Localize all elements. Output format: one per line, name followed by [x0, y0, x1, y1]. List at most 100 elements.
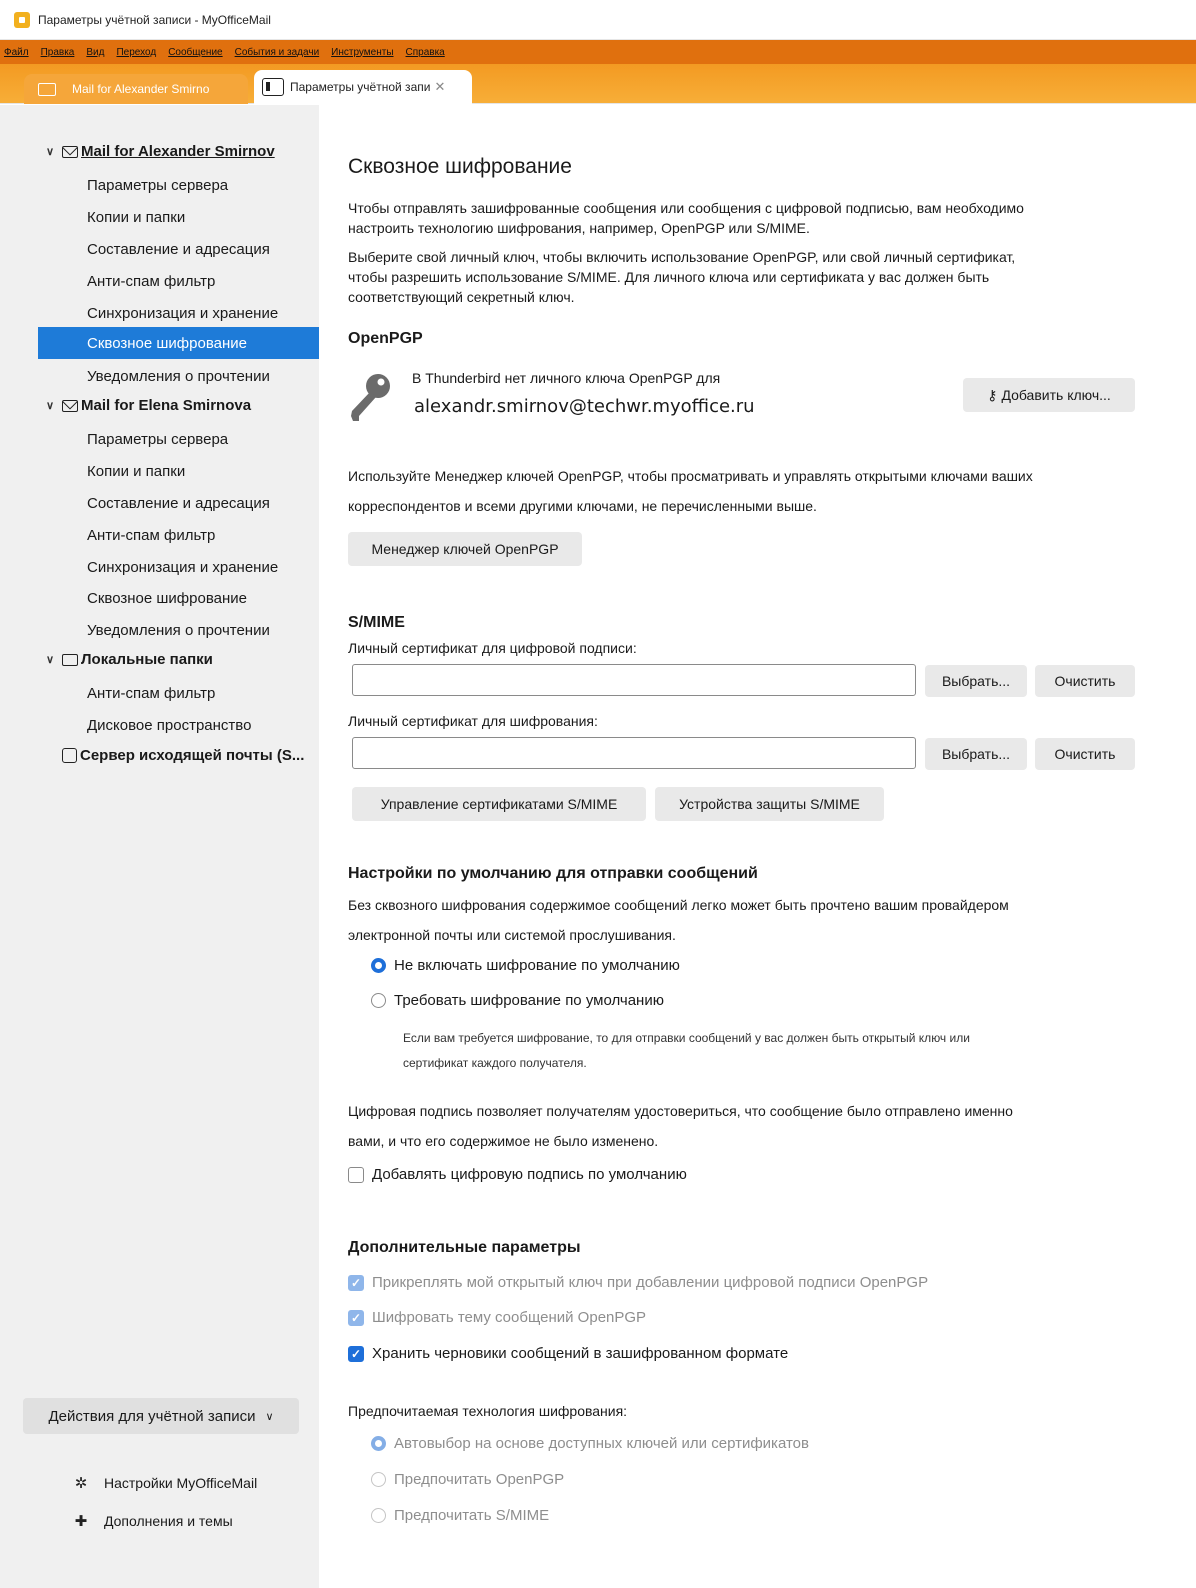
radio-prefer-openpgp[interactable]: Предпочитать OpenPGP: [371, 1471, 564, 1488]
clear-sign-cert-button[interactable]: Очистить: [1035, 665, 1135, 697]
defaults-heading: Настройки по умолчанию для отправки сооб…: [348, 865, 758, 882]
smime-heading: S/MIME: [348, 614, 405, 631]
attach-key-checkbox[interactable]: ✓ Прикреплять мой открытый ключ при доба…: [348, 1274, 928, 1291]
radio-label: Предпочитать OpenPGP: [394, 1471, 565, 1488]
chevron-down-icon[interactable]: ∨: [46, 399, 62, 412]
menu-tools[interactable]: Инструменты: [331, 47, 393, 58]
sidebar-item-receipts[interactable]: Уведомления о прочтении: [38, 360, 319, 392]
sidebar-item-copies-folders[interactable]: Копии и папки: [38, 201, 319, 233]
sidebar-item-outgoing-server[interactable]: Сервер исходящей почты (S...: [62, 747, 304, 764]
mail-icon: [62, 399, 78, 412]
checkbox-indicator[interactable]: ✓: [348, 1309, 364, 1326]
chevron-down-icon[interactable]: ∨: [46, 145, 62, 158]
tab-strip: Mail for Alexander Smirno Параметры учёт…: [0, 64, 1196, 104]
tab-mail[interactable]: Mail for Alexander Smirno: [24, 74, 248, 104]
account-header-elena[interactable]: ∨ Mail for Elena Smirnova: [46, 397, 251, 414]
defaults-desc: электронной почты или системой прослушив…: [348, 927, 676, 943]
menu-file[interactable]: Файл: [4, 47, 29, 58]
require-note: сертификат каждого получателя.: [403, 1056, 587, 1070]
sidebar-item-server-settings[interactable]: Параметры сервера: [38, 423, 319, 455]
tab-settings-label: Параметры учётной запи: [290, 80, 431, 94]
menu-help[interactable]: Справка: [406, 47, 445, 58]
radio-label: Требовать шифрование по умолчанию: [394, 992, 664, 1009]
menu-go[interactable]: Переход: [116, 47, 156, 58]
checkbox-indicator[interactable]: ✓: [348, 1274, 364, 1291]
radio-prefer-smime[interactable]: Предпочитать S/MIME: [371, 1507, 549, 1524]
manager-desc: корреспондентов и всеми другими ключами,…: [348, 498, 817, 514]
folder-icon: [62, 653, 78, 666]
settings-link-label: Настройки MyOfficeMail: [104, 1475, 258, 1491]
openpgp-manager-button[interactable]: Менеджер ключей OpenPGP: [348, 532, 582, 566]
sidebar-item-server-settings[interactable]: Параметры сервера: [38, 169, 319, 201]
sidebar-item-sync[interactable]: Синхронизация и хранение: [38, 297, 319, 329]
radio-label: Предпочитать S/MIME: [394, 1507, 550, 1524]
account-actions-label: Действия для учётной записи: [48, 1407, 256, 1425]
intro-text: настроить технологию шифрования, наприме…: [348, 220, 810, 236]
radio-indicator[interactable]: [371, 993, 386, 1008]
settings-link[interactable]: ✲ Настройки MyOfficeMail: [72, 1474, 257, 1492]
radio-indicator[interactable]: [371, 958, 386, 973]
add-key-label: Добавить ключ...: [1001, 387, 1111, 403]
defaults-desc: Без сквозного шифрования содержимое сооб…: [348, 897, 1009, 913]
menu-edit[interactable]: Правка: [41, 47, 75, 58]
sidebar-item-disk-space[interactable]: Дисковое пространство: [38, 709, 319, 741]
sidebar-item-copies-folders[interactable]: Копии и папки: [38, 455, 319, 487]
addons-link[interactable]: ✚ Дополнения и темы: [72, 1512, 233, 1530]
checkbox-indicator[interactable]: [348, 1166, 364, 1183]
sidebar-item-sync[interactable]: Синхронизация и хранение: [38, 551, 319, 583]
radio-label: Автовыбор на основе доступных ключей или…: [394, 1435, 809, 1452]
tab-account-settings[interactable]: Параметры учётной запи ✕: [254, 70, 472, 104]
app-icon: [14, 11, 30, 28]
radio-label: Не включать шифрование по умолчанию: [394, 957, 680, 974]
menu-message[interactable]: Сообщение: [168, 47, 222, 58]
folder-icon: [38, 82, 56, 96]
puzzle-icon: ✚: [74, 1513, 88, 1530]
sign-cert-field[interactable]: [352, 664, 916, 696]
intro-text: чтобы разрешить использование S/MIME. Дл…: [348, 269, 990, 285]
sidebar-item-receipts[interactable]: Уведомления о прочтении: [38, 614, 319, 646]
sidebar-item-e2e-encryption[interactable]: Сквозное шифрование: [38, 582, 319, 614]
checkbox-label: Добавлять цифровую подпись по умолчанию: [372, 1166, 687, 1183]
gear-icon: ✲: [74, 1475, 88, 1492]
sidebar-item-junk[interactable]: Анти-спам фильтр: [38, 265, 319, 297]
require-note: Если вам требуется шифрование, то для от…: [403, 1031, 970, 1045]
key-icon: [351, 374, 390, 421]
account-header-local-folders[interactable]: ∨ Локальные папки: [46, 651, 213, 668]
select-encrypt-cert-button[interactable]: Выбрать...: [925, 738, 1027, 770]
store-drafts-encrypted-checkbox[interactable]: ✓ Хранить черновики сообщений в зашифров…: [348, 1345, 788, 1362]
mail-icon: [62, 145, 78, 158]
checkbox-label: Хранить черновики сообщений в зашифрован…: [372, 1345, 789, 1362]
sidebar-item-composition[interactable]: Составление и адресация: [38, 487, 319, 519]
sidebar-item-junk[interactable]: Анти-спам фильтр: [38, 519, 319, 551]
close-icon[interactable]: ✕: [434, 79, 445, 95]
radio-require-encryption[interactable]: Требовать шифрование по умолчанию: [371, 992, 664, 1009]
encrypt-subject-checkbox[interactable]: ✓ Шифровать тему сообщений OpenPGP: [348, 1309, 646, 1326]
radio-auto-select[interactable]: Автовыбор на основе доступных ключей или…: [371, 1435, 809, 1452]
sidebar-item-composition[interactable]: Составление и адресация: [38, 233, 319, 265]
radio-indicator[interactable]: [371, 1508, 386, 1523]
select-sign-cert-button[interactable]: Выбрать...: [925, 665, 1027, 697]
openpgp-heading: OpenPGP: [348, 330, 423, 347]
checkbox-label: Прикреплять мой открытый ключ при добавл…: [372, 1274, 929, 1291]
add-key-button[interactable]: ⚷ Добавить ключ...: [963, 378, 1135, 412]
checkbox-indicator[interactable]: ✓: [348, 1345, 364, 1362]
sidebar-item-e2e-encryption[interactable]: Сквозное шифрование: [38, 327, 319, 359]
intro-text: Выберите свой личный ключ, чтобы включит…: [348, 249, 1016, 265]
account-header-alexander[interactable]: ∨ Mail for Alexander Smirnov: [46, 143, 275, 160]
account-actions-button[interactable]: Действия для учётной записи ∨: [23, 1398, 299, 1434]
add-signature-checkbox[interactable]: Добавлять цифровую подпись по умолчанию: [348, 1166, 687, 1183]
clear-encrypt-cert-button[interactable]: Очистить: [1035, 738, 1135, 770]
radio-indicator[interactable]: [371, 1436, 386, 1451]
chevron-down-icon[interactable]: ∨: [46, 653, 62, 666]
manage-smime-certs-button[interactable]: Управление сертификатами S/MIME: [352, 787, 646, 821]
menu-events[interactable]: События и задачи: [235, 47, 320, 58]
account-name: Mail for Alexander Smirnov: [81, 143, 275, 160]
sidebar-item-junk[interactable]: Анти-спам фильтр: [38, 677, 319, 709]
radio-no-encryption[interactable]: Не включать шифрование по умолчанию: [371, 957, 680, 974]
signature-desc: вами, и что его содержимое не было измен…: [348, 1133, 659, 1149]
menu-view[interactable]: Вид: [86, 47, 104, 58]
smime-security-devices-button[interactable]: Устройства защиты S/MIME: [655, 787, 884, 821]
radio-indicator[interactable]: [371, 1472, 386, 1487]
outbox-icon: [62, 748, 77, 763]
encrypt-cert-field[interactable]: [352, 737, 916, 769]
